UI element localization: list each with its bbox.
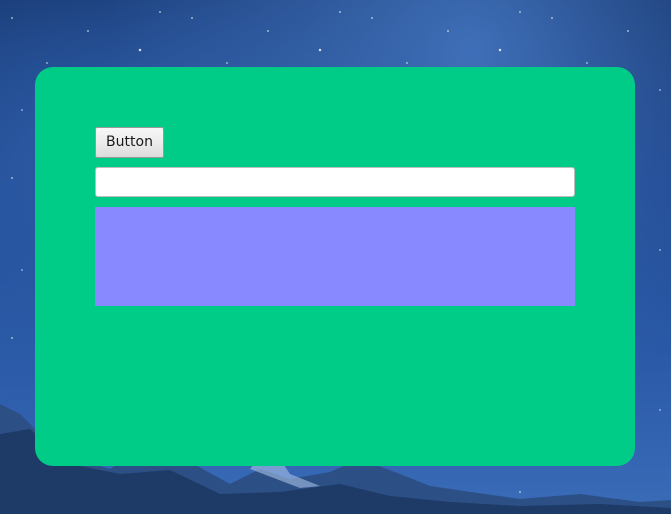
content-area [95,207,575,306]
text-field[interactable] [95,167,575,197]
desktop-background: Button [0,0,671,514]
action-button[interactable]: Button [95,127,164,158]
main-panel: Button [35,67,635,466]
